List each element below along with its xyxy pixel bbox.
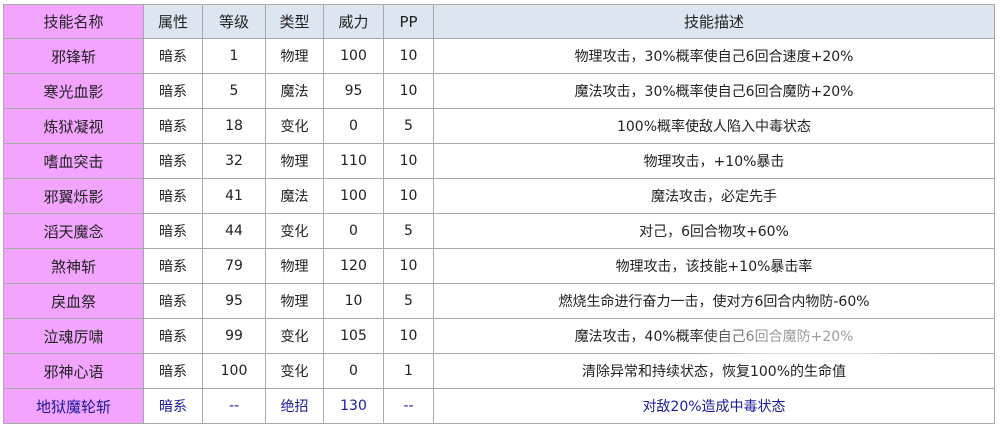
skill-description: 物理攻击，该技能+10%暴击率 <box>433 248 995 284</box>
skill-attribute: 暗系 <box>143 143 203 179</box>
skill-pp: -- <box>383 388 434 424</box>
skill-type: 魔法 <box>265 73 324 109</box>
skill-attribute: 暗系 <box>143 353 203 389</box>
skill-description: 清除异常和持续状态，恢复100%的生命值 <box>433 353 995 389</box>
skill-pp: 5 <box>383 283 434 319</box>
header-description: 技能描述 <box>433 4 995 39</box>
skill-level: 5 <box>202 73 266 109</box>
header-power: 威力 <box>323 4 384 39</box>
skill-attribute: 暗系 <box>143 108 203 144</box>
table-row-ultimate: 地狱魔轮斩 暗系 -- 绝招 130 -- 对敌20%造成中毒状态 <box>3 388 995 424</box>
skill-power: 0 <box>323 213 384 249</box>
table-row: 嗜血突击 暗系 32 物理 110 10 物理攻击，+10%暴击 <box>3 143 995 179</box>
skill-type: 物理 <box>265 283 324 319</box>
table-row: 泣魂厉啸 暗系 99 变化 105 10 魔法攻击，40%概率使自己6回合魔防+… <box>3 318 995 354</box>
skill-name: 邪翼烁影 <box>3 178 144 214</box>
table-row: 邪神心语 暗系 100 变化 0 1 清除异常和持续状态，恢复100%的生命值 <box>3 353 995 389</box>
skill-description: 对敌20%造成中毒状态 <box>433 388 995 424</box>
skill-power: 100 <box>323 38 384 74</box>
skill-attribute: 暗系 <box>143 318 203 354</box>
skill-level: 32 <box>202 143 266 179</box>
skill-name: 邪神心语 <box>3 353 144 389</box>
skill-pp: 1 <box>383 353 434 389</box>
skill-description: 魔法攻击，40%概率使自己6回合魔防+20% <box>433 318 995 354</box>
skill-power: 120 <box>323 248 384 284</box>
header-level: 等级 <box>202 4 266 39</box>
skill-description: 魔法攻击，30%概率使自己6回合魔防+20% <box>433 73 995 109</box>
skill-power: 105 <box>323 318 384 354</box>
header-attribute: 属性 <box>143 4 203 39</box>
header-pp: PP <box>383 4 434 39</box>
skill-level: 1 <box>202 38 266 74</box>
skill-power: 95 <box>323 73 384 109</box>
skill-type: 变化 <box>265 213 324 249</box>
skill-name: 寒光血影 <box>3 73 144 109</box>
skill-pp: 5 <box>383 108 434 144</box>
table-row: 邪翼烁影 暗系 41 魔法 100 10 魔法攻击，必定先手 <box>3 178 995 214</box>
skill-pp: 5 <box>383 213 434 249</box>
skill-pp: 10 <box>383 318 434 354</box>
skill-level: 79 <box>202 248 266 284</box>
header-row: 技能名称 属性 等级 类型 威力 PP 技能描述 <box>3 4 995 39</box>
table-row: 寒光血影 暗系 5 魔法 95 10 魔法攻击，30%概率使自己6回合魔防+20… <box>3 73 995 109</box>
header-skill-name: 技能名称 <box>3 4 144 39</box>
skill-name[interactable]: 地狱魔轮斩 <box>3 388 144 424</box>
skill-level: 100 <box>202 353 266 389</box>
skill-level: 44 <box>202 213 266 249</box>
skill-type: 物理 <box>265 248 324 284</box>
skill-pp: 10 <box>383 143 434 179</box>
skill-description: 物理攻击，+10%暴击 <box>433 143 995 179</box>
skill-power: 0 <box>323 108 384 144</box>
skill-name: 戾血祭 <box>3 283 144 319</box>
skill-attribute: 暗系 <box>143 178 203 214</box>
skill-name: 滔天魔念 <box>3 213 144 249</box>
skill-level: 95 <box>202 283 266 319</box>
table-row: 炼狱凝视 暗系 18 变化 0 5 100%概率使敌人陷入中毒状态 <box>3 108 995 144</box>
skill-type[interactable]: 绝招 <box>265 388 324 424</box>
skill-pp: 10 <box>383 73 434 109</box>
skill-name: 邪锋斩 <box>3 38 144 74</box>
skill-power: 130 <box>323 388 384 424</box>
skill-level: 18 <box>202 108 266 144</box>
skill-pp: 10 <box>383 38 434 74</box>
skill-pp: 10 <box>383 178 434 214</box>
skill-type: 变化 <box>265 353 324 389</box>
skills-table-body: 邪锋斩 暗系 1 物理 100 10 物理攻击，30%概率使自己6回合速度+20… <box>3 38 995 424</box>
skill-name: 炼狱凝视 <box>3 108 144 144</box>
header-type: 类型 <box>265 4 324 39</box>
skill-description: 100%概率使敌人陷入中毒状态 <box>433 108 995 144</box>
skill-power: 100 <box>323 178 384 214</box>
skill-attribute: 暗系 <box>143 38 203 74</box>
skill-description: 魔法攻击，必定先手 <box>433 178 995 214</box>
skill-pp: 10 <box>383 248 434 284</box>
skill-name: 煞神斩 <box>3 248 144 284</box>
skill-power: 110 <box>323 143 384 179</box>
table-row: 煞神斩 暗系 79 物理 120 10 物理攻击，该技能+10%暴击率 <box>3 248 995 284</box>
skill-description: 燃烧生命进行奋力一击，使对方6回合内物防-60% <box>433 283 995 319</box>
skill-level: 99 <box>202 318 266 354</box>
skill-attribute: 暗系 <box>143 248 203 284</box>
skill-attribute: 暗系 <box>143 213 203 249</box>
skill-name: 嗜血突击 <box>3 143 144 179</box>
skill-attribute: 暗系 <box>143 73 203 109</box>
skills-table: 技能名称 属性 等级 类型 威力 PP 技能描述 邪锋斩 暗系 1 物理 100… <box>3 4 995 424</box>
skill-level: 41 <box>202 178 266 214</box>
table-row: 邪锋斩 暗系 1 物理 100 10 物理攻击，30%概率使自己6回合速度+20… <box>3 38 995 74</box>
skill-type: 物理 <box>265 143 324 179</box>
skill-type: 魔法 <box>265 178 324 214</box>
skill-power: 10 <box>323 283 384 319</box>
skill-type: 变化 <box>265 108 324 144</box>
skill-description: 对己，6回合物攻+60% <box>433 213 995 249</box>
skill-name: 泣魂厉啸 <box>3 318 144 354</box>
skill-attribute[interactable]: 暗系 <box>143 388 203 424</box>
skill-attribute: 暗系 <box>143 283 203 319</box>
skill-type: 物理 <box>265 38 324 74</box>
skill-power: 0 <box>323 353 384 389</box>
skill-level: -- <box>202 388 266 424</box>
skill-type: 变化 <box>265 318 324 354</box>
table-row: 戾血祭 暗系 95 物理 10 5 燃烧生命进行奋力一击，使对方6回合内物防-6… <box>3 283 995 319</box>
skill-description: 物理攻击，30%概率使自己6回合速度+20% <box>433 38 995 74</box>
table-row: 滔天魔念 暗系 44 变化 0 5 对己，6回合物攻+60% <box>3 213 995 249</box>
